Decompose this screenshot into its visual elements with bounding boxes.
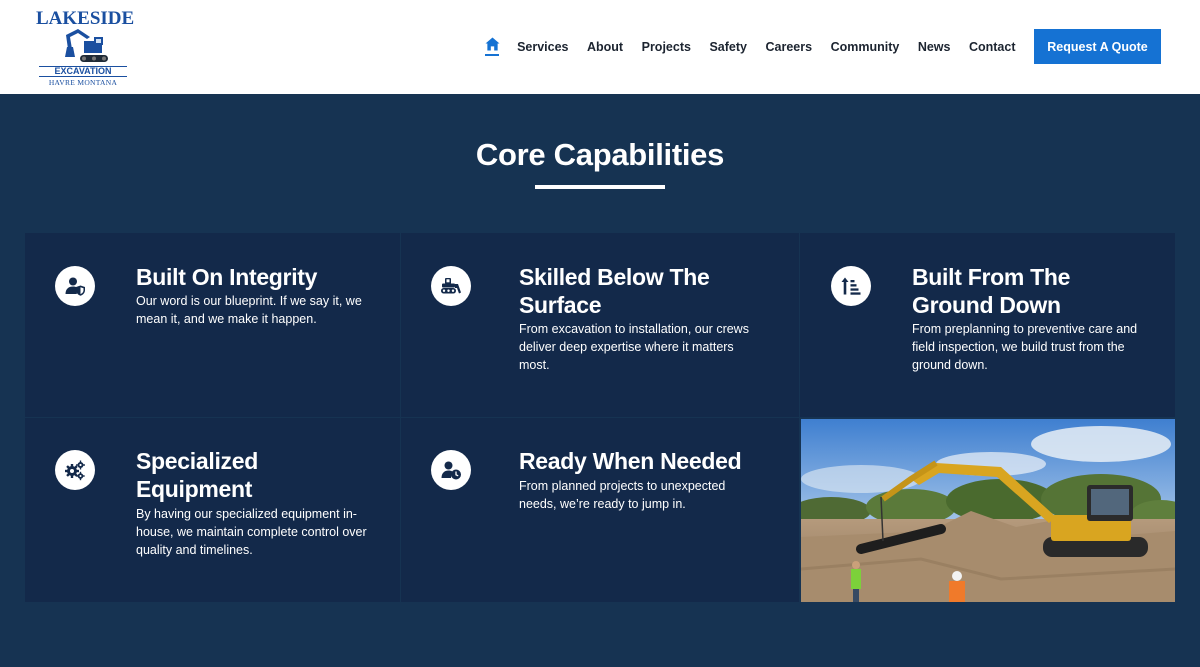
nav-item-news[interactable]: News — [918, 40, 951, 54]
excavator-logo-icon — [65, 29, 108, 62]
nav-home[interactable] — [484, 36, 500, 57]
capability-card-title: Built From The Ground Down — [912, 264, 1071, 318]
capability-card-text: From excavation to installation, our cre… — [519, 322, 749, 372]
capability-card: Specialized Equipment By having our spec… — [25, 418, 400, 602]
nav-item-services[interactable]: Services — [517, 40, 568, 54]
site-header: LAKESIDE EXCAVATION HAVRE MONTANA Servic… — [0, 0, 1200, 94]
capability-card-text: From planned projects to unexpected need… — [519, 479, 726, 511]
capability-card-text: From preplanning to preventive care and … — [912, 322, 1138, 372]
capability-card-title: Built On Integrity — [136, 264, 318, 290]
request-quote-button[interactable]: Request A Quote — [1034, 29, 1161, 64]
capability-card: Ready When Needed From planned projects … — [401, 418, 799, 602]
capability-card-title: Ready When Needed — [519, 448, 742, 474]
logo-wordmark-top: LAKESIDE — [36, 8, 135, 29]
capabilities-grid: Built On Integrity Our word is our bluep… — [25, 233, 1175, 602]
nav-home-active-indicator — [485, 53, 500, 56]
capability-card: Built On Integrity Our word is our bluep… — [25, 233, 400, 417]
gears-icon — [55, 450, 95, 490]
nav-item-projects[interactable]: Projects — [642, 40, 691, 54]
site-logo[interactable]: LAKESIDE EXCAVATION HAVRE MONTANA — [36, 8, 135, 88]
capability-card: Skilled Below The Surface From excavatio… — [401, 233, 799, 417]
home-icon — [485, 36, 500, 51]
bulldozer-icon — [431, 266, 471, 306]
nav-item-community[interactable]: Community — [831, 40, 900, 54]
user-shield-icon — [55, 266, 95, 306]
excavator-site-photo — [801, 419, 1175, 602]
capability-card-title: Skilled Below The Surface — [519, 264, 710, 318]
nav-item-about[interactable]: About — [587, 40, 623, 54]
section-title: Core Capabilities — [475, 137, 725, 172]
capability-card: Built From The Ground Down From preplann… — [800, 233, 1175, 417]
logo-wordmark-middle: EXCAVATION — [39, 66, 127, 77]
capability-card-text: Our word is our blueprint. If we say it,… — [136, 294, 362, 326]
nav-item-contact[interactable]: Contact — [969, 40, 1016, 54]
main-nav: Services About Projects Safety Careers C… — [484, 29, 1161, 64]
title-underline — [535, 185, 665, 189]
nav-item-careers[interactable]: Careers — [765, 40, 812, 54]
sort-arrow-icon — [831, 266, 871, 306]
user-clock-icon — [431, 450, 471, 490]
nav-item-safety[interactable]: Safety — [709, 40, 747, 54]
capability-card-title: Specialized Equipment — [136, 448, 258, 502]
capability-card-text: By having our specialized equipment in-h… — [136, 507, 367, 557]
logo-wordmark-bottom: HAVRE MONTANA — [48, 78, 118, 87]
